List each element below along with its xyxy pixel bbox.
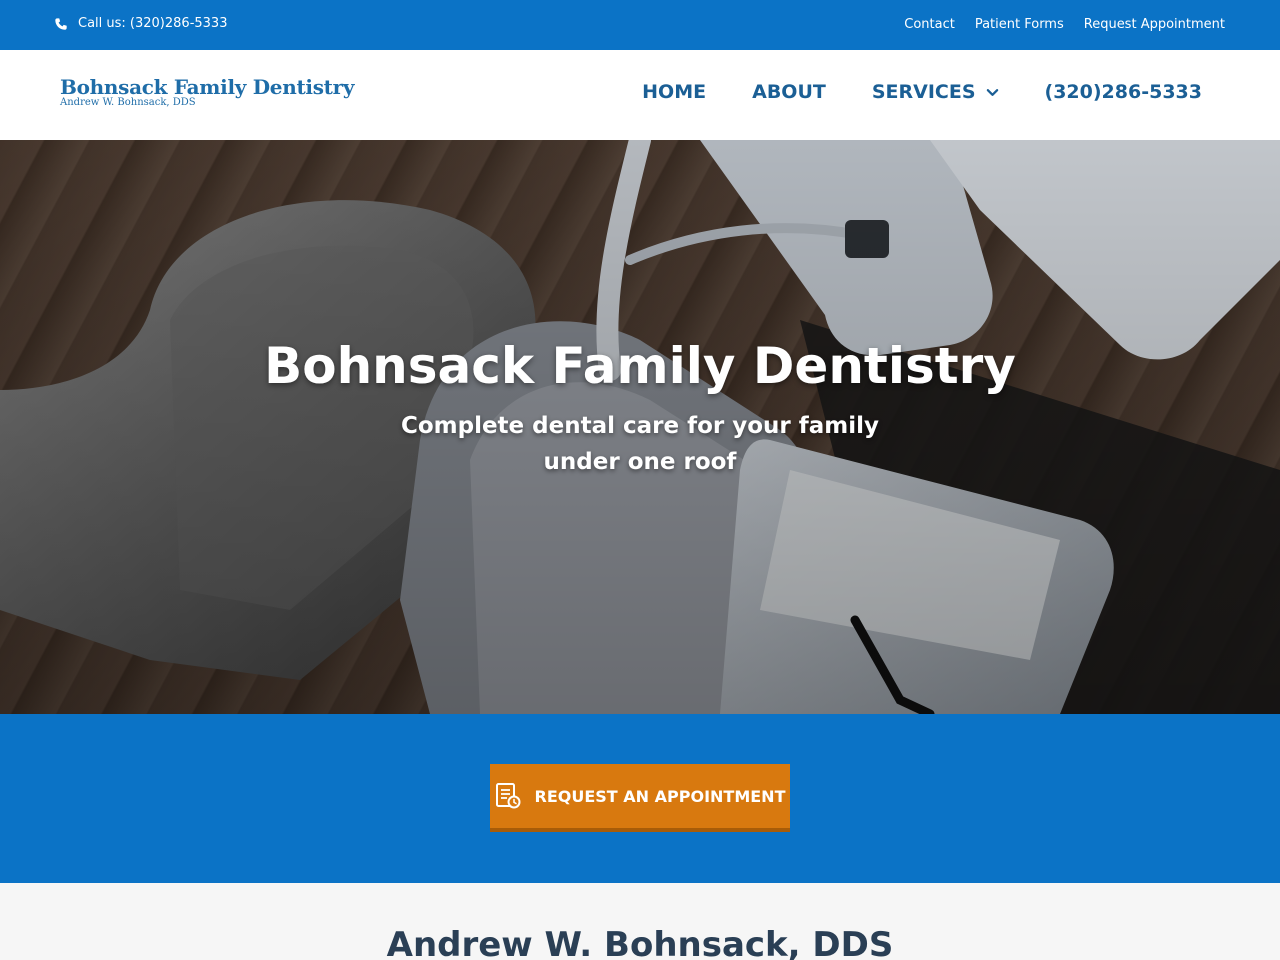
nav-phone-label: (320)286-5333: [1044, 81, 1202, 103]
call-us[interactable]: Call us: (320)286-5333: [54, 14, 227, 34]
hero-subtitle: Complete dental care for your family und…: [400, 413, 880, 475]
utility-links: Contact Patient Forms Request Appointmen…: [904, 16, 1225, 34]
logo-title: Bohnsack Family Dentistry: [60, 75, 355, 99]
nav-phone[interactable]: (320)286-5333: [1045, 81, 1202, 103]
chevron-down-icon[interactable]: [986, 86, 999, 99]
nav-home-label: HOME: [642, 81, 707, 103]
nav-about-label: ABOUT: [752, 81, 826, 103]
site-header: Bohnsack Family Dentistry Andrew W. Bohn…: [0, 50, 1280, 140]
appointment-cta-band: REQUEST AN APPOINTMENT: [0, 714, 1280, 883]
patient-forms-link[interactable]: Patient Forms: [975, 16, 1064, 34]
request-appointment-button[interactable]: REQUEST AN APPOINTMENT: [490, 764, 790, 832]
request-appointment-label: REQUEST AN APPOINTMENT: [534, 786, 786, 806]
hero-title: Bohnsack Family Dentistry: [264, 337, 1016, 395]
site-logo[interactable]: Bohnsack Family Dentistry Andrew W. Bohn…: [60, 75, 400, 115]
phone-icon: [55, 18, 67, 30]
top-utility-bar: Call us: (320)286-5333 Contact Patient F…: [0, 0, 1280, 50]
nav-about[interactable]: ABOUT: [752, 81, 826, 103]
about-section: Andrew W. Bohnsack, DDS: [0, 883, 1280, 960]
nav-services-label: SERVICES: [871, 81, 976, 103]
main-navigation: HOME ABOUT SERVICES (320)286-5333: [642, 79, 1202, 105]
hero-banner: Bohnsack Family Dentistry Complete denta…: [0, 140, 1280, 714]
nav-home[interactable]: HOME: [642, 81, 706, 103]
contact-link[interactable]: Contact: [904, 16, 955, 34]
nav-services[interactable]: SERVICES: [872, 81, 999, 103]
form-clock-icon: [495, 783, 520, 809]
call-us-text[interactable]: Call us: (320)286-5333: [78, 15, 227, 33]
about-title: Andrew W. Bohnsack, DDS: [386, 925, 894, 960]
request-appointment-link[interactable]: Request Appointment: [1084, 16, 1225, 34]
